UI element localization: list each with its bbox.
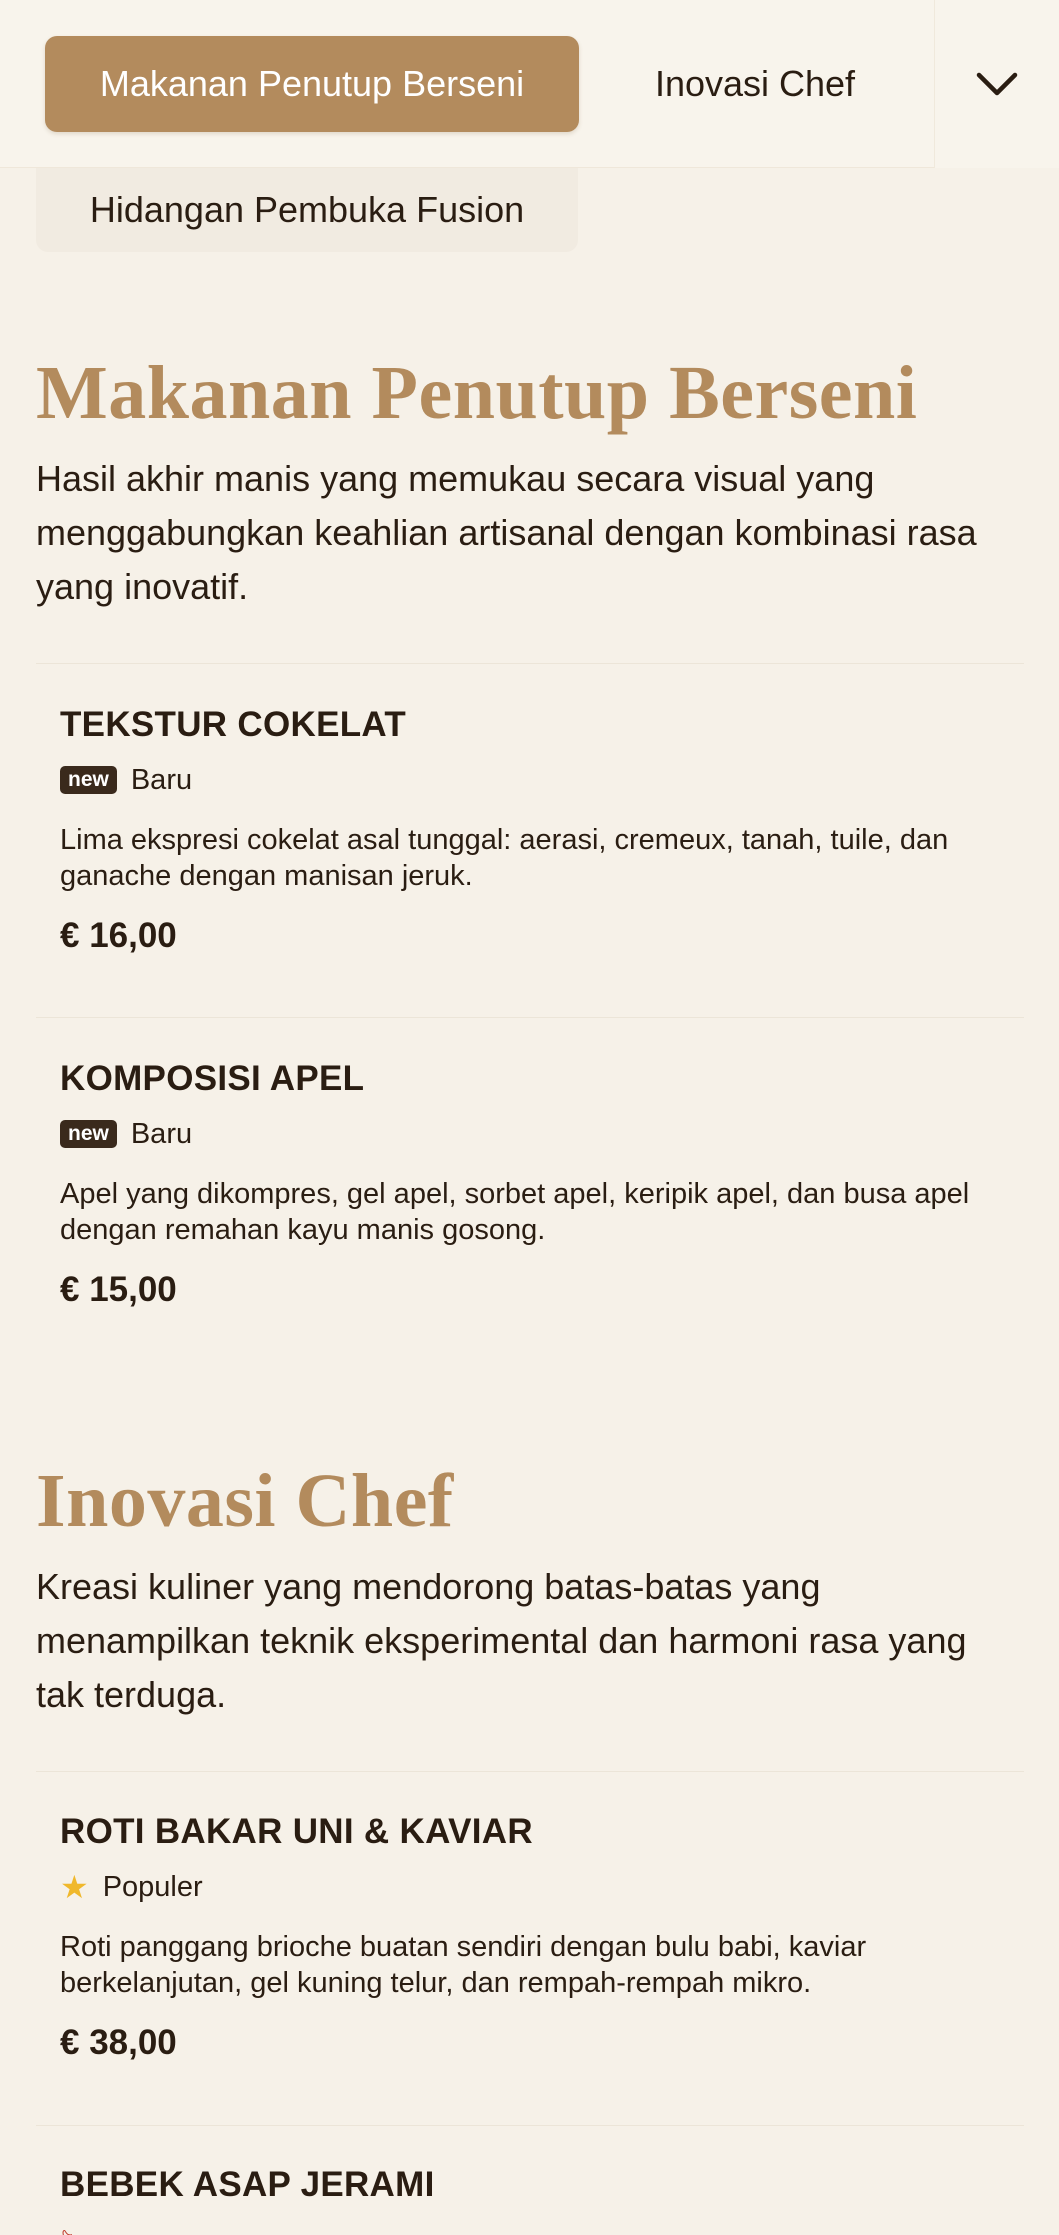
menu-item[interactable]: KOMPOSISI APEL new Baru Apel yang dikomp… (60, 1054, 1010, 1310)
menu-item[interactable]: BEBEK ASAP JERAMI (60, 2160, 1010, 2210)
item-price: € 16,00 (60, 916, 177, 955)
divider (36, 1017, 1024, 1018)
chevron-down-icon (976, 72, 1018, 96)
tab-hidangan-pembuka-fusion[interactable]: Hidangan Pembuka Fusion (36, 168, 578, 252)
item-name: KOMPOSISI APEL (60, 1059, 365, 1098)
tab-label: Hidangan Pembuka Fusion (89, 189, 525, 230)
item-description: Apel yang dikompres, gel apel, sorbet ap… (60, 1178, 970, 1246)
item-name: BEBEK ASAP JERAMI (60, 2165, 435, 2204)
divider (36, 1771, 1024, 1772)
item-name: TEKSTUR COKELAT (60, 705, 407, 744)
item-description: Lima ekspresi cokelat asal tunggal: aera… (60, 824, 949, 892)
item-price: € 15,00 (60, 1270, 177, 1309)
menu-item[interactable]: ROTI BAKAR UNI & KAVIAR ★ Populer Roti p… (60, 1807, 1010, 2063)
tab-inovasi-chef[interactable]: Inovasi Chef (610, 36, 900, 132)
chili-icon: 🌶 (60, 2222, 72, 2235)
item-name: ROTI BAKAR UNI & KAVIAR (60, 1812, 533, 1851)
section-description: Hasil akhir manis yang memukau secara vi… (36, 458, 977, 607)
section-title: Inovasi Chef (36, 1459, 454, 1543)
divider (36, 663, 1024, 664)
tab-label: Inovasi Chef (654, 63, 856, 104)
divider (36, 2125, 1024, 2126)
expand-categories-button[interactable] (934, 0, 1059, 168)
badge-label: Baru (130, 1117, 193, 1150)
item-price: € 38,00 (60, 2023, 177, 2062)
tab-label: Makanan Penutup Berseni (99, 63, 525, 104)
tab-makanan-penutup-berseni[interactable]: Makanan Penutup Berseni (45, 36, 579, 132)
item-badge: new Baru (60, 760, 1010, 800)
new-badge-icon: new (60, 1120, 117, 1148)
item-badge: ★ Populer (60, 1867, 1010, 1907)
badge-label: Populer (102, 1870, 203, 1903)
badge-label: Baru (130, 763, 193, 796)
item-badge: new Baru (60, 1114, 1010, 1154)
category-nav: Makanan Penutup Berseni Inovasi Chef (0, 0, 1059, 168)
section-description: Kreasi kuliner yang mendorong batas-bata… (36, 1566, 967, 1715)
new-badge-icon: new (60, 766, 117, 794)
menu-item[interactable]: TEKSTUR COKELAT new Baru Lima ekspresi c… (60, 700, 1010, 956)
scroll-fade (874, 20, 934, 148)
item-description: Roti panggang brioche buatan sendiri den… (60, 1931, 867, 1999)
star-icon: ★ (60, 1869, 89, 1905)
section-title: Makanan Penutup Berseni (36, 351, 918, 435)
